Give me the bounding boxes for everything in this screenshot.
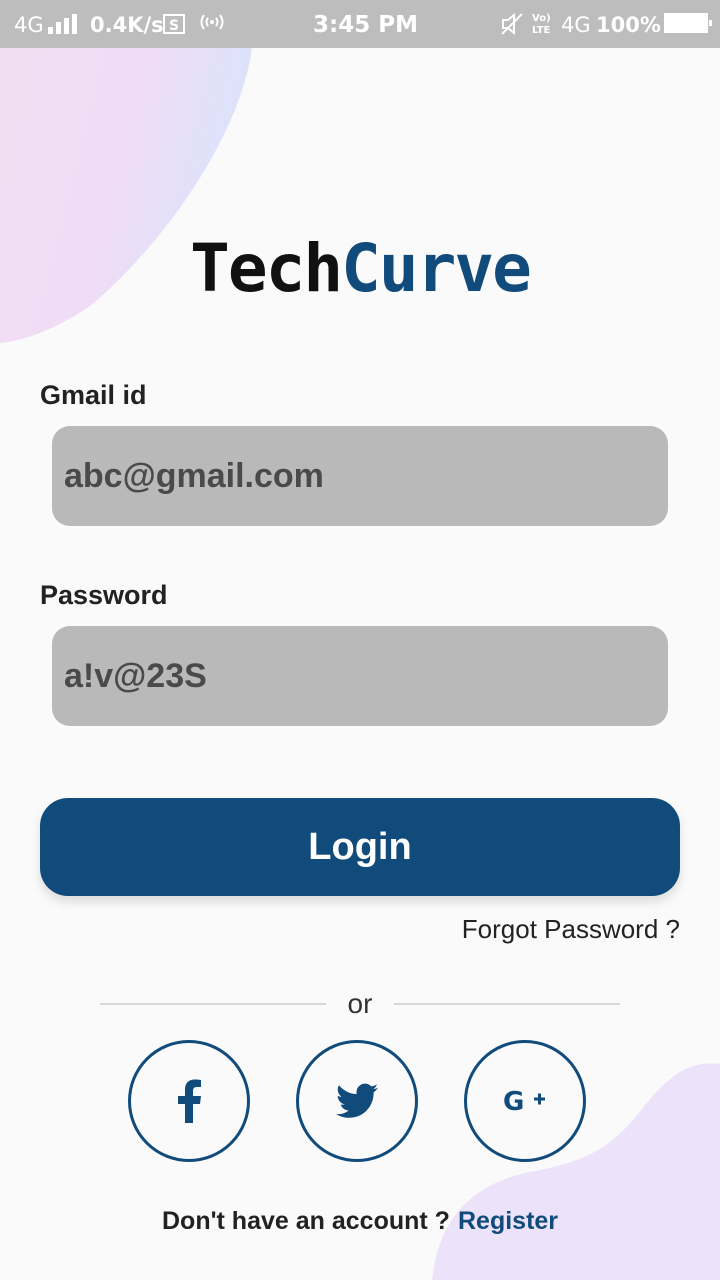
no-account-prompt: Don't have an account ? [162,1207,450,1235]
password-label: Password [40,580,168,610]
twitter-icon [336,1083,378,1118]
network-speed: 0.4K/s [90,13,164,37]
mute-icon [501,12,523,36]
status-bar: 4G 0.4K/s S 3:45 PM Vo) LTE 4G 100% [0,0,720,48]
volte-indicator: Vo) LTE [532,13,551,36]
battery-percentage: 100% [596,13,661,37]
login-button[interactable]: Login [40,798,680,896]
svg-text:G: G [503,1087,524,1116]
network-type-left: 4G [14,13,44,37]
forgot-password-link[interactable]: Forgot Password ? [462,914,680,945]
battery-icon [664,13,712,33]
logo-text-curve: Curve [341,230,532,307]
email-field[interactable]: abc@gmail.com [52,426,668,526]
register-link[interactable]: Register [458,1207,558,1236]
clock: 3:45 PM [313,12,418,38]
email-label: Gmail id [40,380,147,410]
screenshot-icon: S [163,14,185,34]
app-logo: TechCurve [0,230,720,307]
facebook-icon [178,1079,201,1123]
hotspot-icon [200,14,224,30]
signal-strength-icon [48,14,78,34]
password-field[interactable]: a!v@23S [52,626,668,726]
google-plus-icon: G [503,1087,545,1116]
divider-right [394,1003,620,1005]
logo-text-tech: Tech [190,230,343,307]
svg-text:S: S [169,18,179,34]
google-plus-login-button[interactable]: G [464,1040,586,1162]
facebook-login-button[interactable] [128,1040,250,1162]
twitter-login-button[interactable] [296,1040,418,1162]
network-type-right: 4G [561,13,591,37]
